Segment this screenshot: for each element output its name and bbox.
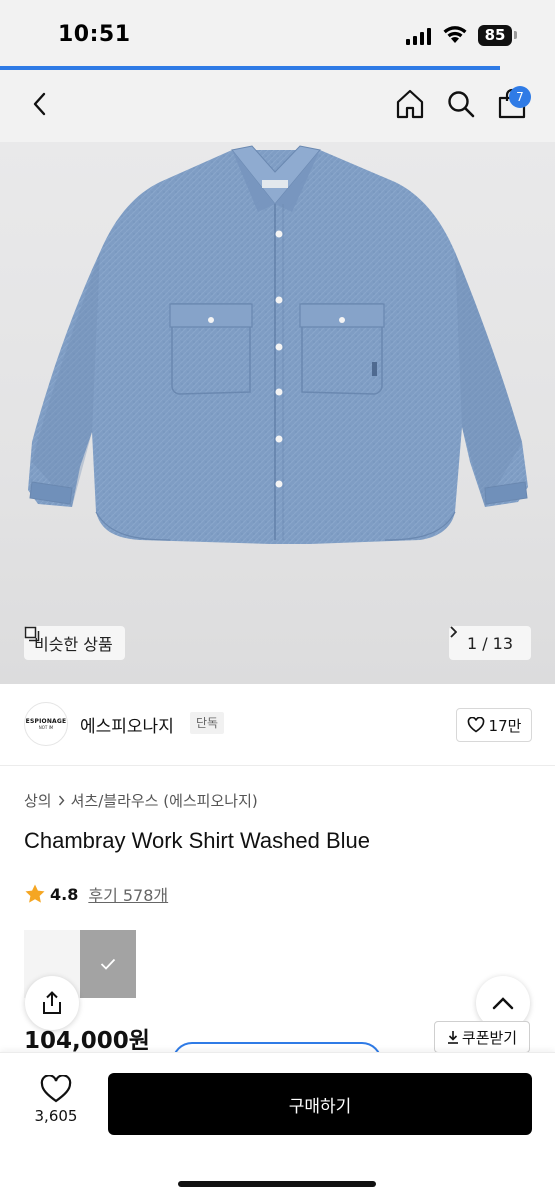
similar-items-icon — [24, 626, 40, 642]
brand-like-count: 17만 — [488, 716, 522, 735]
download-icon — [447, 1031, 458, 1044]
breadcrumb-subcategory[interactable]: 셔츠/블라우스 (에스피오나지) — [71, 790, 258, 811]
rating-value: 4.8 — [50, 884, 79, 904]
brand-logo[interactable]: ESPIONAGE NOT IM — [24, 702, 68, 746]
image-pager[interactable]: 1 / 13 — [449, 626, 531, 660]
color-option-selected[interactable] — [80, 930, 136, 998]
home-icon — [396, 89, 424, 119]
product-image — [28, 145, 528, 544]
wishlist-count: 3,605 — [34, 1107, 78, 1125]
exclusive-badge: 단독 — [190, 712, 225, 734]
check-icon — [100, 958, 116, 970]
heart-icon — [467, 717, 484, 733]
breadcrumb: 상의 셔츠/블라우스 (에스피오나지) — [24, 790, 258, 811]
breadcrumb-category[interactable]: 상의 — [24, 790, 52, 811]
coupon-label: 쿠폰받기 — [461, 1028, 518, 1047]
brand-like-button[interactable]: 17만 — [456, 708, 532, 742]
chevron-right-icon — [450, 626, 457, 638]
chevron-right-icon — [58, 795, 65, 806]
share-icon — [43, 991, 61, 1014]
search-icon — [448, 91, 475, 118]
product-image-gallery[interactable]: 비슷한 상품 1 / 13 — [0, 142, 555, 684]
cart-count-badge: 7 — [509, 86, 531, 108]
wishlist-button[interactable]: 3,605 — [24, 1075, 88, 1125]
brand-name[interactable]: 에스피오나지 — [80, 712, 174, 737]
buy-button[interactable]: 구매하기 — [108, 1073, 532, 1135]
brand-logo-subtext: NOT IM — [38, 725, 54, 730]
similar-products-label: 비슷한 상품 — [34, 635, 113, 654]
status-bar: 10:51 85 — [0, 0, 555, 66]
similar-products-button[interactable]: 비슷한 상품 — [24, 626, 125, 660]
cellular-signal-icon — [406, 27, 431, 45]
brand-row: ESPIONAGE NOT IM 에스피오나지 단독 17만 — [0, 684, 555, 766]
wifi-icon — [443, 26, 467, 43]
brand-logo-text: ESPIONAGE — [25, 718, 67, 725]
chevron-up-icon — [492, 997, 514, 1010]
top-nav-bar — [0, 70, 555, 142]
home-button[interactable] — [390, 84, 430, 124]
battery-icon: 85 — [478, 25, 512, 46]
review-count-link[interactable]: 후기 578개 — [88, 882, 168, 906]
battery-tip — [514, 31, 517, 39]
product-price: 104,000원 — [24, 1028, 150, 1054]
product-title: Chambray Work Shirt Washed Blue — [24, 828, 371, 853]
rating-row: 4.8 후기 578개 — [24, 882, 168, 906]
status-time: 10:51 — [58, 22, 131, 47]
heart-icon — [40, 1075, 72, 1103]
bottom-action-bar: 3,605 구매하기 — [0, 1052, 555, 1200]
search-button[interactable] — [441, 84, 481, 124]
coupon-download-button[interactable]: 쿠폰받기 — [434, 1021, 530, 1053]
home-indicator — [178, 1181, 376, 1187]
image-pager-label: 1 / 13 — [466, 633, 514, 653]
star-icon — [25, 884, 45, 903]
back-button[interactable] — [20, 84, 60, 124]
chevron-left-icon — [33, 92, 46, 116]
